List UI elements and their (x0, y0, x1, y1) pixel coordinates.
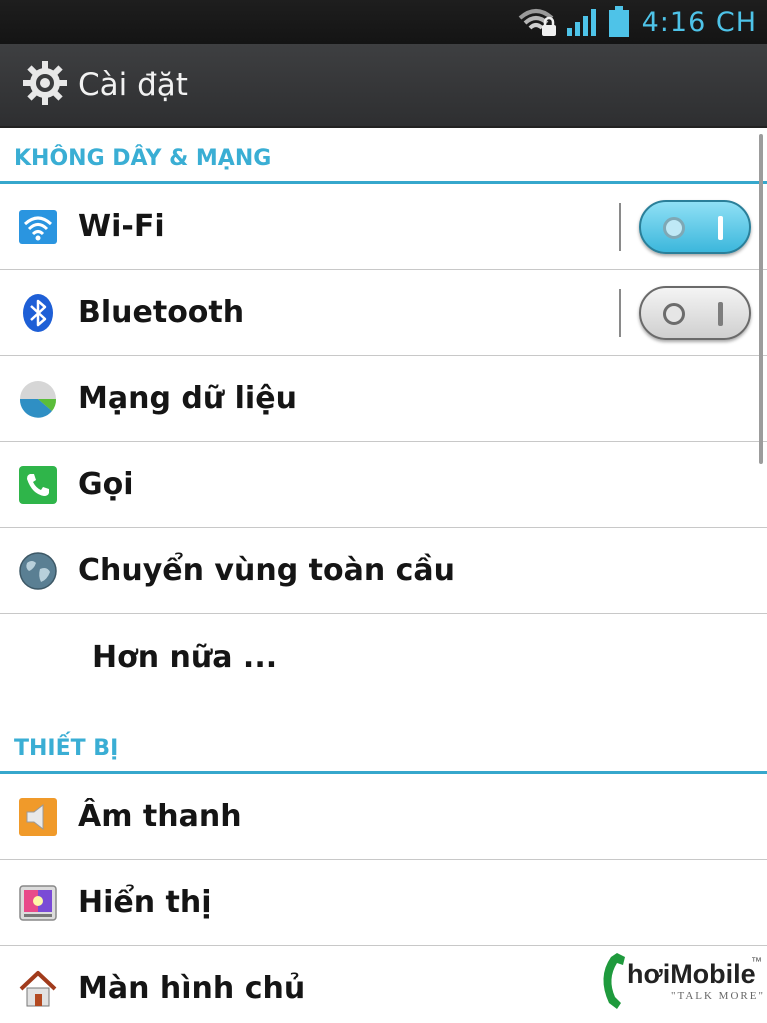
wifi-icon (18, 207, 58, 247)
settings-item-label: Bluetooth (78, 295, 245, 330)
settings-item-label: Wi-Fi (78, 209, 165, 244)
home-icon (18, 969, 58, 1009)
settings-item-label: Mạng dữ liệu (78, 381, 297, 416)
phone-icon (18, 465, 58, 505)
toggle-off-mark (663, 216, 685, 239)
section-header-device: THIẾT BỊ (0, 700, 767, 774)
bluetooth-icon (18, 293, 58, 333)
status-bar: 4:16 CH (0, 0, 767, 44)
toggle-on-mark (718, 215, 723, 240)
gear-icon[interactable] (22, 60, 68, 111)
toggle-on-mark (718, 301, 723, 326)
section-header-wireless: KHÔNG DÂY & MẠNG (0, 128, 767, 184)
status-time: 4:16 CH (641, 6, 757, 38)
wifi-toggle[interactable] (639, 199, 751, 254)
divider (619, 202, 621, 251)
settings-item-data-usage[interactable]: Mạng dữ liệu (0, 356, 767, 442)
page-title: Cài đặt (78, 67, 188, 103)
settings-item-wifi[interactable]: Wi-Fi (0, 184, 767, 270)
action-bar: Cài đặt (0, 44, 767, 128)
speaker-icon (18, 797, 58, 837)
svg-text:"TALK MORE": "TALK MORE" (671, 990, 765, 1002)
svg-text:™: ™ (751, 956, 762, 968)
settings-item-label: Chuyển vùng toàn cầu (78, 553, 456, 588)
settings-item-more[interactable]: Hơn nữa ... (0, 614, 767, 700)
bluetooth-toggle-area (619, 270, 751, 355)
signal-icon (566, 7, 600, 37)
settings-item-roaming[interactable]: Chuyển vùng toàn cầu (0, 528, 767, 614)
settings-item-label: Hơn nữa ... (92, 639, 278, 675)
wifi-toggle-area (619, 184, 751, 269)
globe-icon (18, 551, 58, 591)
settings-list[interactable]: KHÔNG DÂY & MẠNG Wi-Fi Bluetooth Mạng dữ… (0, 128, 767, 1023)
settings-item-label: Âm thanh (78, 799, 242, 834)
toggle-off-mark (663, 302, 685, 325)
svg-text:hơiMobile: hơiMobile (627, 959, 756, 989)
settings-item-sound[interactable]: Âm thanh (0, 774, 767, 860)
settings-item-label: Hiển thị (78, 885, 212, 920)
bluetooth-toggle[interactable] (639, 285, 751, 340)
divider (619, 288, 621, 337)
data-usage-icon (18, 379, 58, 419)
wifi-lock-icon (518, 7, 558, 37)
scrollbar[interactable] (759, 134, 763, 464)
battery-icon (608, 6, 630, 38)
settings-item-call[interactable]: Gọi (0, 442, 767, 528)
settings-item-display[interactable]: Hiển thị (0, 860, 767, 946)
settings-item-label: Gọi (78, 467, 134, 502)
display-icon (18, 883, 58, 923)
watermark-logo: hơiMobile ™ "TALK MORE" (595, 947, 765, 1017)
settings-item-label: Màn hình chủ (78, 971, 306, 1006)
settings-item-bluetooth[interactable]: Bluetooth (0, 270, 767, 356)
